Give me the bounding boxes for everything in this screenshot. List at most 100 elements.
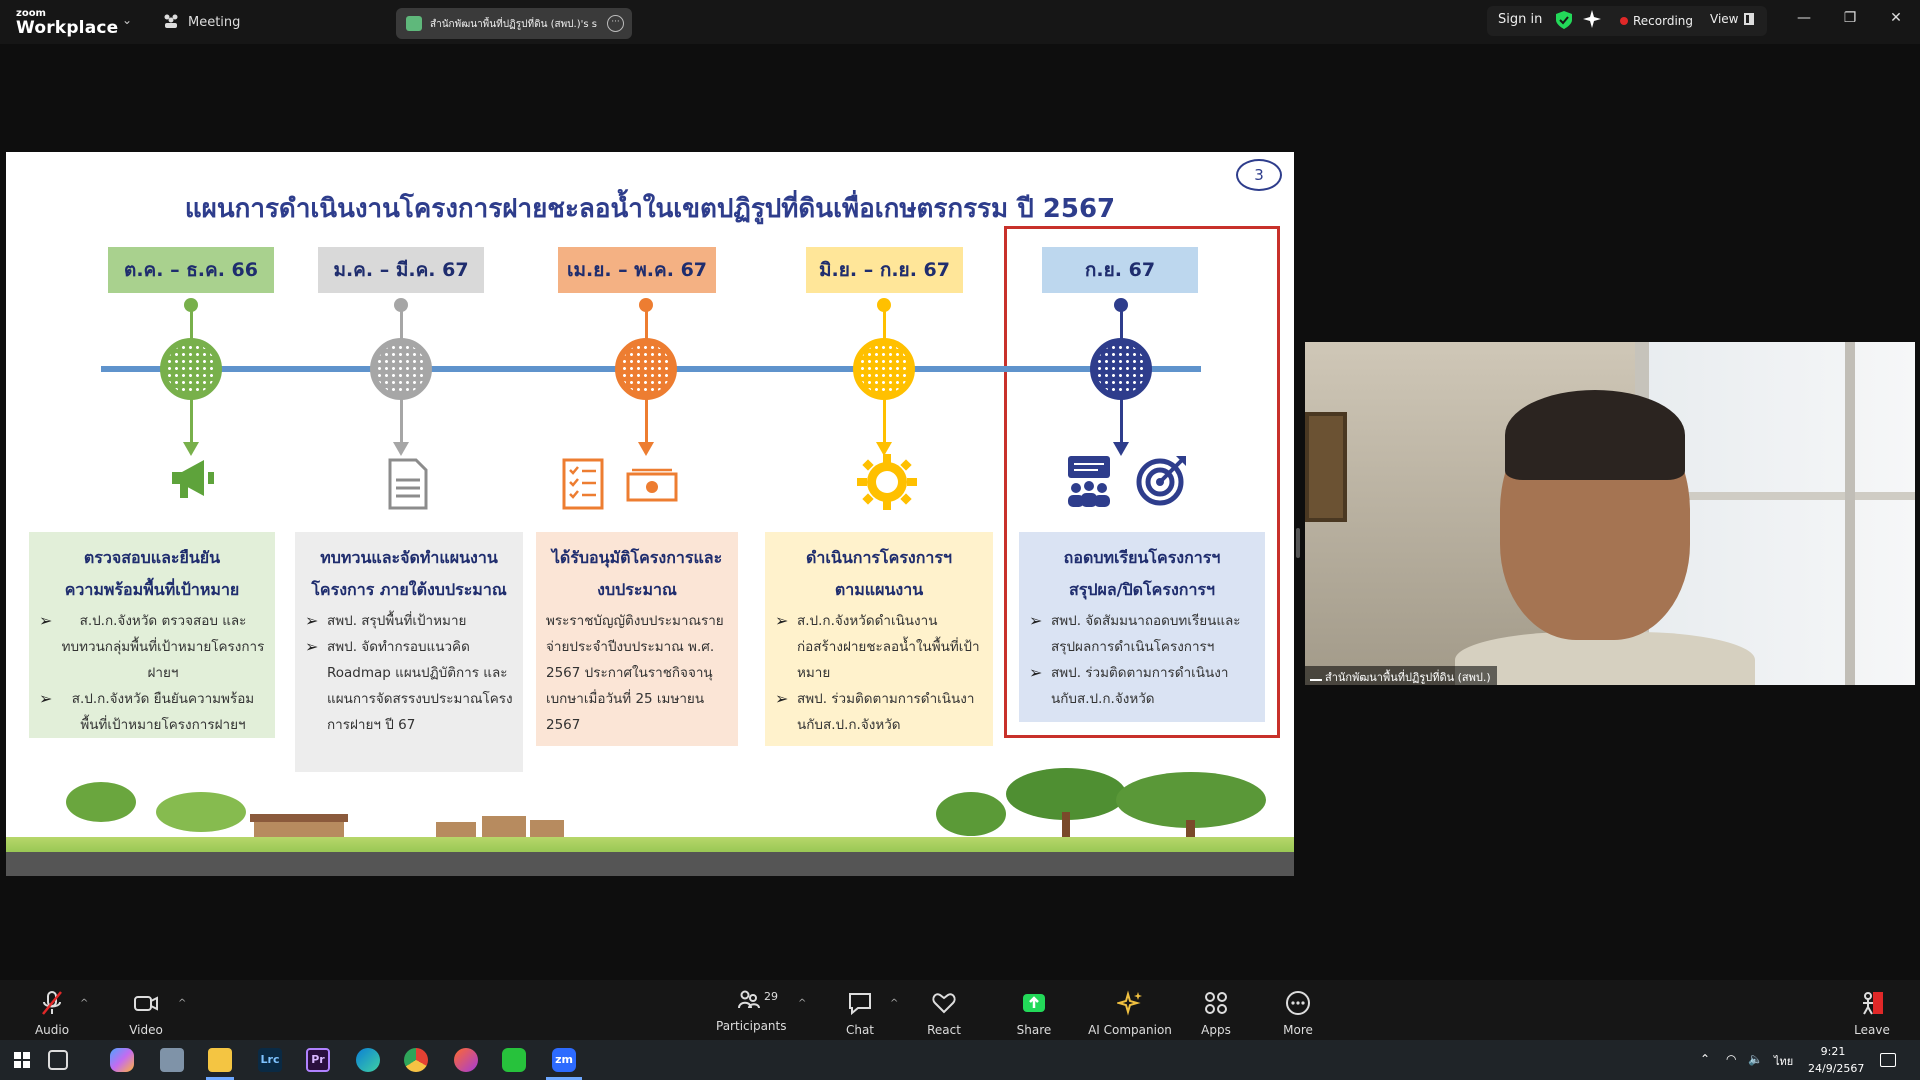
ai-companion-button[interactable]: AI Companion (1088, 980, 1172, 1040)
timeline-node (853, 338, 915, 400)
edge-icon[interactable] (356, 1048, 380, 1072)
leave-icon (1863, 992, 1883, 1015)
participants-icon (738, 990, 760, 1009)
phase-card-1: ตรวจสอบและยืนยัน ความพร้อมพื้นที่เป้าหมา… (29, 532, 275, 738)
more-button[interactable]: More (1272, 980, 1324, 1040)
chevron-down-icon[interactable]: ⌄ (122, 13, 132, 27)
node-arrow-icon (638, 442, 654, 456)
view-icon[interactable] (1744, 13, 1754, 25)
chevron-up-icon[interactable]: ⌃ (1700, 1052, 1710, 1066)
app-icon[interactable] (160, 1048, 184, 1072)
language-indicator[interactable]: ไทย (1774, 1052, 1793, 1070)
shared-slide: แผนการดำเนินงานโครงการฝายชะลอน้ำในเขตปฏิ… (6, 152, 1294, 876)
wall-picture (1305, 412, 1347, 522)
restore-button[interactable]: ❐ (1838, 10, 1862, 26)
share-button[interactable]: Share (1008, 980, 1060, 1040)
card-heading: ตรวจสอบและยืนยัน (83, 548, 221, 567)
windows-start-icon[interactable] (14, 1052, 30, 1068)
heart-icon (932, 993, 956, 1014)
card-bullet: สพป. สรุปพื้นที่เป้าหมาย (327, 613, 467, 629)
lightroom-icon[interactable]: Lrc (258, 1048, 282, 1072)
participant-hair (1505, 390, 1685, 480)
phase-label-3: เม.ย. – พ.ค. 67 (558, 247, 716, 293)
task-view-icon[interactable] (48, 1050, 68, 1070)
view-button[interactable]: View (1710, 12, 1738, 26)
card-heading: โครงการ ภายใต้งบประมาณ (311, 580, 507, 599)
slide-footer (6, 852, 1294, 876)
chat-options-caret[interactable]: ^ (890, 998, 898, 1009)
leave-button[interactable]: Leave (1846, 980, 1898, 1040)
card-bullet: ส.ป.ก.จังหวัด ยืนยันความพร้อมพื้นที่เป้า… (71, 691, 255, 733)
copilot-icon[interactable] (110, 1048, 134, 1072)
arrow-bullet-icon: ➢ (775, 689, 789, 708)
wifi-icon[interactable]: ◠ (1726, 1052, 1736, 1066)
target-icon (1136, 456, 1186, 506)
video-button[interactable]: Video (120, 980, 172, 1040)
participant-video[interactable]: สำนักพัฒนาพื้นที่ปฏิรูปที่ดิน (สพป.) (1305, 342, 1915, 685)
participants-button[interactable]: 29 Participants (716, 980, 787, 1040)
phase-card-3: ได้รับอนุมัติโครงการและ งบประมาณ พระราชบ… (536, 532, 738, 746)
participants-options-caret[interactable]: ^ (798, 998, 806, 1009)
more-label: More (1283, 1023, 1313, 1037)
chat-label: Chat (845, 1023, 875, 1037)
chat-button[interactable]: Chat (834, 980, 886, 1040)
node-top-dot (184, 298, 198, 312)
card-bullet: สพป. จัดสัมมนาถอดบทเรียนและสรุปผลการดำเน… (1051, 613, 1241, 655)
sparkle-icon[interactable] (1583, 10, 1601, 28)
recording-indicator[interactable]: Recording (1633, 14, 1693, 28)
ai-sparkle-icon (1115, 990, 1142, 1016)
card-heading: ได้รับอนุมัติโครงการและ (551, 548, 723, 567)
card-heading: ตามแผนงาน (834, 580, 924, 599)
system-clock[interactable]: 9:21 24/9/2567 (1808, 1043, 1865, 1077)
node-arrow-icon (1113, 442, 1129, 456)
chrome-icon[interactable] (404, 1048, 428, 1072)
money-icon (626, 468, 678, 502)
resize-handle[interactable] (1296, 528, 1300, 558)
arrow-bullet-icon: ➢ (305, 611, 319, 630)
card-heading: ทบทวนและจัดทำแผนงาน (320, 548, 498, 567)
meeting-menu[interactable]: Meeting (188, 15, 240, 30)
react-button[interactable]: React (918, 980, 970, 1040)
timeline-node (160, 338, 222, 400)
phase-card-5: ถอดบทเรียนโครงการฯ สรุปผล/ปิดโครงการฯ ➢ ส… (1019, 532, 1265, 722)
chat-icon (849, 993, 871, 1016)
apps-button[interactable]: Apps (1190, 980, 1242, 1040)
meeting-toolbar: Audio ^ Video ^ 29 Participants ^ Chat ^ (0, 980, 1920, 1040)
leave-label: Leave (1854, 1023, 1890, 1037)
card-bullet: สพป. ร่วมติดตามการดำเนินงานกับส.ป.ก.จังห… (797, 691, 975, 733)
more-options-icon[interactable]: ··· (607, 15, 624, 32)
clock-date: 24/9/2567 (1808, 1062, 1865, 1075)
zoom-app-icon[interactable]: zm (552, 1048, 576, 1072)
title-bar: zoom Workplace ⌄ Meeting สำนักพัฒนาพื้นท… (0, 0, 1920, 44)
meeting-icon (1068, 456, 1110, 507)
phase-label-4: มิ.ย. – ก.ย. 67 (806, 247, 963, 293)
line-icon[interactable] (502, 1048, 526, 1072)
file-explorer-icon[interactable] (208, 1048, 232, 1072)
volume-icon[interactable]: 🔈 (1748, 1052, 1763, 1066)
premiere-icon[interactable]: Pr (306, 1048, 330, 1072)
share-tab-label: สำนักพัฒนาพื้นที่ปฏิรูปที่ดิน (สพป.)'s s (430, 19, 597, 30)
share-screen-icon (1023, 994, 1045, 1012)
arrow-bullet-icon: ➢ (1029, 663, 1043, 682)
minimize-button[interactable]: — (1792, 10, 1816, 26)
notifications-icon[interactable] (1880, 1053, 1896, 1067)
close-button[interactable]: ✕ (1884, 10, 1908, 26)
share-tab[interactable]: สำนักพัฒนาพื้นที่ปฏิรูปที่ดิน (สพป.)'s s… (396, 8, 632, 39)
shield-icon[interactable] (1556, 11, 1572, 29)
audio-options-caret[interactable]: ^ (80, 998, 88, 1009)
participants-count: 29 (764, 990, 778, 1003)
card-bullet: ส.ป.ก.จังหวัด ตรวจสอบ และทบทวนกลุ่มพื้นท… (61, 613, 265, 681)
slide-page-number: 3 (1236, 159, 1282, 191)
meeting-icon[interactable] (162, 13, 180, 29)
phase-card-4: ดำเนินการโครงการฯ ตามแผนงาน ➢ ส.ป.ก.จังหว… (765, 532, 993, 746)
timeline-node (615, 338, 677, 400)
video-options-caret[interactable]: ^ (178, 998, 186, 1009)
card-heading: ดำเนินการโครงการฯ (806, 548, 952, 567)
firefox-icon[interactable] (454, 1048, 478, 1072)
apps-icon (1205, 992, 1227, 1014)
megaphone-icon (172, 460, 214, 498)
sign-in-button[interactable]: Sign in (1498, 12, 1542, 27)
phase-card-2: ทบทวนและจัดทำแผนงาน โครงการ ภายใต้งบประม… (295, 532, 523, 772)
audio-button[interactable]: Audio (26, 980, 78, 1040)
audio-label: Audio (34, 1023, 70, 1037)
